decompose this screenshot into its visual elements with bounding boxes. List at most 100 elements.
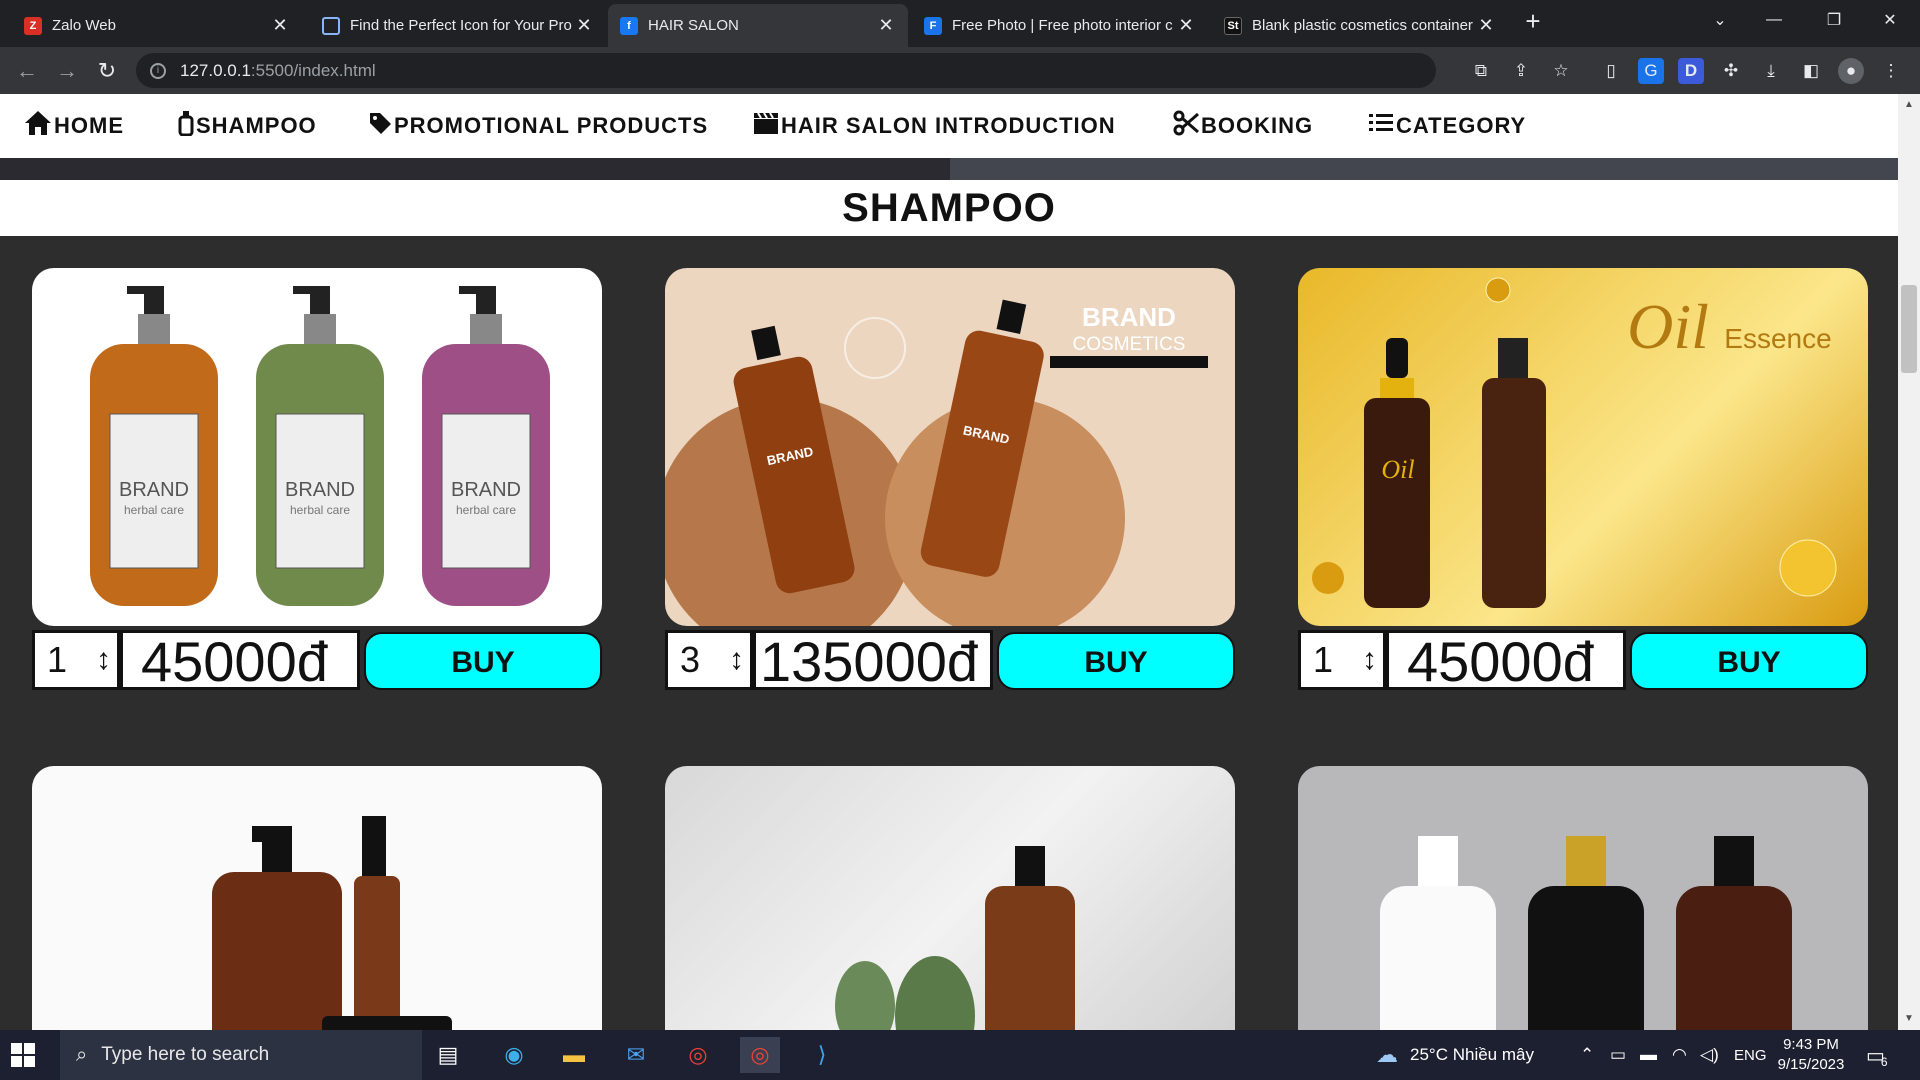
clock-time: 9:43 PM [1783, 1036, 1839, 1053]
meet-icon[interactable]: ▭ [1610, 1030, 1626, 1080]
clock-date: 9/15/2023 [1777, 1056, 1845, 1073]
share-icon[interactable]: ⇪ [1508, 58, 1534, 84]
product-image[interactable] [665, 766, 1235, 1030]
wifi-icon[interactable]: ◠ [1672, 1030, 1687, 1080]
google-translate-icon[interactable]: G [1638, 58, 1664, 84]
address-bar[interactable]: i 127.0.0.1 :5500/index.html [136, 53, 1436, 88]
minimize-button[interactable]: — [1750, 0, 1798, 40]
phone-icon[interactable]: ▯ [1598, 58, 1624, 84]
bottle-sub-text: herbal care [290, 503, 350, 517]
edge-icon[interactable]: ◉ [494, 1037, 534, 1073]
quantity-value: 1 [1313, 639, 1334, 680]
file-explorer-icon[interactable]: ▬ [554, 1037, 594, 1073]
price-field: 45000đ [1386, 630, 1626, 690]
nav-shampoo[interactable]: SHAMPOO [178, 111, 317, 141]
nav-category[interactable]: CATEGORY [1368, 111, 1526, 141]
price-field: 45000đ [120, 630, 360, 690]
web-page: HOME SHAMPOO PROMOTIONAL PRODUCTS HAIR S… [0, 94, 1898, 1030]
spinner-icon[interactable]: ↕ [1362, 635, 1377, 685]
buy-button[interactable]: BUY [997, 632, 1235, 690]
flag-icon [322, 16, 340, 35]
translate-icon[interactable]: ⧉ [1468, 58, 1494, 84]
close-icon[interactable]: ✕ [574, 15, 594, 36]
tab-title: Find the Perfect Icon for Your Pro [350, 17, 572, 34]
weather-widget[interactable]: ☁ 25°C Nhiều mây [1376, 1030, 1534, 1080]
bottle-brand-text: BRAND [119, 479, 189, 501]
scroll-up-icon[interactable]: ▲ [1898, 96, 1920, 114]
volume-icon[interactable]: ◁) [1700, 1030, 1719, 1080]
tab-zalo[interactable]: Z Zalo Web ✕ [12, 4, 302, 47]
extension-d-icon[interactable]: D [1678, 58, 1704, 84]
nav-booking[interactable]: BOOKING [1173, 110, 1313, 142]
buy-button[interactable]: BUY [364, 632, 602, 690]
reload-icon[interactable]: ↻ [90, 54, 124, 88]
chrome-profile-icon[interactable]: ◎ [740, 1037, 780, 1073]
notification-count: 6 [1880, 1055, 1888, 1069]
nav-label: SHAMPOO [196, 113, 317, 138]
site-nav: HOME SHAMPOO PROMOTIONAL PRODUCTS HAIR S… [0, 94, 1898, 158]
tray-chevron-icon[interactable]: ⌃ [1580, 1030, 1594, 1080]
tab-title: Zalo Web [52, 17, 116, 34]
clock[interactable]: 9:43 PM 9/15/2023 [1776, 1030, 1846, 1080]
stock-icon: St [1224, 16, 1242, 35]
tab-stock[interactable]: St Blank plastic cosmetics container ✕ [1212, 4, 1508, 47]
close-icon[interactable]: ✕ [1176, 15, 1196, 36]
quantity-input[interactable]: 1 ↕ [32, 630, 120, 690]
nav-label: PROMOTIONAL PRODUCTS [394, 113, 709, 138]
freepik-icon: F [924, 16, 942, 35]
list-icon [1368, 112, 1394, 140]
nav-introduction[interactable]: HAIR SALON INTRODUCTION [753, 111, 1116, 141]
battery-icon[interactable]: ▬ [1640, 1030, 1657, 1080]
nav-promotional[interactable]: PROMOTIONAL PRODUCTS [368, 111, 708, 141]
scrollbar-thumb[interactable] [1901, 285, 1917, 373]
scroll-down-icon[interactable]: ▼ [1898, 1010, 1920, 1028]
home-icon [24, 110, 52, 142]
language-indicator[interactable]: ENG [1734, 1030, 1767, 1080]
download-icon[interactable]: ⤓ [1758, 58, 1784, 84]
bottle-sub-text: herbal care [456, 503, 516, 517]
close-icon[interactable]: ✕ [876, 15, 896, 36]
star-icon[interactable]: ☆ [1548, 58, 1574, 84]
tab-icons[interactable]: Find the Perfect Icon for Your Pro ✕ [310, 4, 606, 47]
vscode-icon[interactable]: ⟩ [802, 1037, 842, 1073]
back-icon[interactable]: ← [10, 54, 44, 88]
url-path: :5500/index.html [250, 60, 376, 80]
taskbar-search[interactable]: ⌕ Type here to search [60, 1030, 422, 1080]
close-icon[interactable]: ✕ [1476, 15, 1496, 36]
new-tab-button[interactable]: + [1518, 6, 1548, 36]
scissors-icon [1173, 110, 1199, 142]
banner-strip [0, 158, 1898, 180]
mail-icon[interactable]: ✉ [616, 1037, 656, 1073]
spinner-icon[interactable]: ↕ [96, 635, 111, 685]
close-icon[interactable]: ✕ [270, 15, 290, 36]
weather-text: 25°C Nhiều mây [1410, 1045, 1534, 1064]
avatar[interactable]: ● [1838, 58, 1864, 84]
product-image[interactable]: BRAND BRAND BRAND COSMETICS [665, 268, 1235, 626]
quantity-input[interactable]: 1 ↕ [1298, 630, 1386, 690]
puzzle-icon[interactable]: ✣ [1718, 58, 1744, 84]
tab-search-icon[interactable]: ⌄ [1696, 0, 1744, 40]
close-window-button[interactable]: ✕ [1866, 0, 1914, 40]
url-host: 127.0.0.1 [180, 60, 251, 80]
nav-home[interactable]: HOME [24, 111, 124, 141]
forward-icon[interactable]: → [50, 54, 84, 88]
chrome-icon[interactable]: ◎ [678, 1037, 718, 1073]
spinner-icon[interactable]: ↕ [729, 635, 744, 685]
restore-button[interactable]: ❐ [1810, 0, 1858, 40]
buy-button[interactable]: BUY [1630, 632, 1868, 690]
task-view-icon[interactable]: ▤ [428, 1037, 468, 1073]
product-image[interactable]: Oil Oil Essence [1298, 268, 1868, 626]
product-image[interactable]: BRAND herbal care BRAND herbal care BRAN… [32, 268, 602, 626]
tab-freepik[interactable]: F Free Photo | Free photo interior c ✕ [912, 4, 1208, 47]
sidepanel-icon[interactable]: ◧ [1798, 58, 1824, 84]
page-scrollbar[interactable] [1898, 94, 1920, 1030]
windows-start-icon[interactable] [10, 1042, 36, 1068]
tab-hair-salon[interactable]: f HAIR SALON ✕ [608, 4, 908, 47]
product-image[interactable] [1298, 766, 1868, 1030]
info-icon[interactable]: i [150, 62, 166, 79]
product-image[interactable] [32, 766, 602, 1030]
quantity-input[interactable]: 3 ↕ [665, 630, 753, 690]
tag-icon [368, 111, 392, 141]
notification-icon[interactable]: ▭ 6 [1866, 1030, 1888, 1080]
menu-icon[interactable]: ⋮ [1878, 58, 1904, 84]
